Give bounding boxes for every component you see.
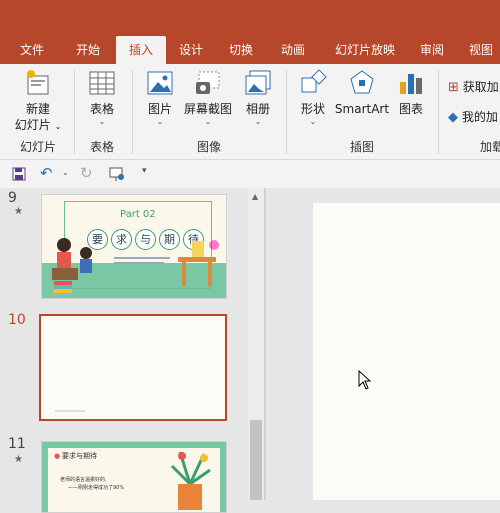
new-slide-icon (27, 70, 49, 95)
my-addins-button[interactable]: ◆ 我的加 (448, 108, 500, 125)
picture-button[interactable]: 图片 ⌄ (140, 68, 180, 127)
slide-thumbnail-9[interactable]: Part 02 要 求 与 期 待 (41, 194, 227, 299)
tab-slideshow[interactable]: 幻灯片放映 (326, 36, 404, 64)
part-label: Part 02 (120, 209, 156, 220)
tab-home[interactable]: 开始 (66, 36, 110, 64)
chart-button[interactable]: 图表 (392, 68, 430, 117)
quick-access-toolbar: ↶ ⌄ ↻ ▾ (0, 160, 500, 189)
shapes-label: 形状 (300, 102, 325, 116)
chevron-down-icon: ⌄ (98, 117, 106, 126)
addins-icon: ◆ (448, 110, 458, 125)
mouse-cursor-icon (358, 370, 372, 390)
text-line (114, 257, 170, 259)
smartart-label: SmartArt (334, 102, 390, 116)
store-icon: ⊞ (448, 80, 459, 95)
get-addins-label: 获取加 (462, 80, 499, 94)
table-button[interactable]: 表格 ⌄ (80, 68, 124, 127)
slide-heading: 要求与期待 (62, 452, 97, 460)
shapes-button[interactable]: 形状 ⌄ (294, 68, 332, 127)
tab-design[interactable]: 设计 (170, 36, 212, 64)
divider (438, 70, 439, 154)
desk-illustration (178, 240, 219, 286)
slide-number: 10 (8, 312, 26, 328)
chevron-down-icon: ⌄ (309, 117, 317, 126)
table-label: 表格 (89, 102, 114, 116)
star-icon: ★ (14, 206, 23, 217)
presentation-icon[interactable] (108, 166, 126, 182)
slide-canvas[interactable] (313, 203, 500, 500)
slide-thumbnail-pane: 9 ★ Part 02 要 求 与 期 待 10 11 ★ ● 要求与期待 老师… (0, 188, 248, 513)
slide-thumbnail-10[interactable] (39, 314, 227, 421)
children-reading-illustration (52, 238, 92, 293)
chevron-down-icon[interactable]: ⌄ (62, 168, 69, 177)
shapes-icon (301, 69, 327, 93)
tab-file[interactable]: 文件 (12, 36, 52, 64)
customize-toolbar-icon[interactable]: ▾ (142, 166, 147, 176)
title-char: 求 (111, 229, 132, 250)
redo-icon[interactable]: ↻ (80, 164, 93, 182)
new-slide-label-2: 幻灯片 ⌄ (10, 117, 66, 135)
divider (286, 70, 287, 154)
save-icon[interactable] (12, 167, 26, 181)
group-label-slides: 幻灯片 (19, 140, 56, 154)
chevron-down-icon: ⌄ (54, 122, 62, 131)
album-button[interactable]: 相册 ⌄ (238, 68, 278, 127)
chevron-down-icon: ⌄ (156, 117, 164, 126)
chart-label: 图表 (398, 102, 423, 116)
potted-plant-illustration (170, 451, 211, 510)
title-char: 与 (135, 229, 156, 250)
table-icon (89, 71, 115, 95)
star-icon: ★ (14, 454, 23, 465)
chart-icon (400, 74, 422, 94)
chevron-down-icon: ⌄ (204, 117, 212, 126)
divider (74, 70, 75, 154)
divider (132, 70, 133, 154)
text-line (114, 262, 164, 264)
undo-icon[interactable]: ↶ (40, 164, 53, 182)
new-slide-label-1: 新建 (25, 102, 50, 116)
picture-label: 图片 (147, 102, 172, 116)
new-slide-label-2-text: 幻灯片 (14, 118, 51, 132)
ribbon-tabs: 文件 开始 插入 设计 切换 动画 幻灯片放映 审阅 视图 (0, 36, 500, 64)
footer-line (55, 410, 85, 412)
tab-insert[interactable]: 插入 (116, 36, 166, 64)
group-label-images: 图像 (196, 140, 221, 154)
get-addins-button[interactable]: ⊞ 获取加 (448, 78, 500, 95)
group-label-addins: 加载 (480, 140, 500, 154)
title-bar (0, 0, 500, 36)
slide-number: 9 (8, 190, 17, 206)
slide-number: 11 (8, 436, 26, 452)
scroll-up-icon[interactable]: ▲ (252, 192, 258, 201)
screenshot-button[interactable]: 屏幕截图 ⌄ (180, 68, 236, 127)
tab-transitions[interactable]: 切换 (220, 36, 262, 64)
screenshot-icon (196, 71, 220, 94)
tab-review[interactable]: 审阅 (412, 36, 452, 64)
picture-icon (147, 71, 173, 95)
tab-view[interactable]: 视图 (462, 36, 500, 64)
smartart-button[interactable]: SmartArt (334, 68, 390, 117)
smartart-icon (350, 70, 374, 94)
bullet-icon: ● (54, 452, 61, 460)
scrollbar-thumb[interactable] (250, 420, 262, 500)
photo-album-icon (245, 70, 271, 95)
group-label-tables: 表格 (89, 140, 114, 154)
ribbon: 新建 幻灯片 ⌄ 幻灯片 表格 ⌄ 表格 图片 ⌄ 屏幕截图 ⌄ 相册 ⌄ 图像… (0, 64, 500, 160)
new-slide-button[interactable]: 新建 幻灯片 ⌄ (10, 68, 66, 135)
group-label-illustrations: 插图 (349, 140, 374, 154)
screenshot-label: 屏幕截图 (183, 102, 232, 116)
slide-thumbnail-11[interactable]: ● 要求与期待 老师的语言温柔好的, ——刚刚走得成功了90% (41, 441, 227, 513)
chevron-down-icon: ⌄ (254, 117, 262, 126)
my-addins-label: 我的加 (461, 110, 498, 124)
tab-animations[interactable]: 动画 (272, 36, 314, 64)
album-label: 相册 (245, 102, 270, 116)
slide-text-line: ——刚刚走得成功了90% (68, 485, 125, 491)
slide-text-line: 老师的语言温柔好的, (60, 477, 107, 483)
